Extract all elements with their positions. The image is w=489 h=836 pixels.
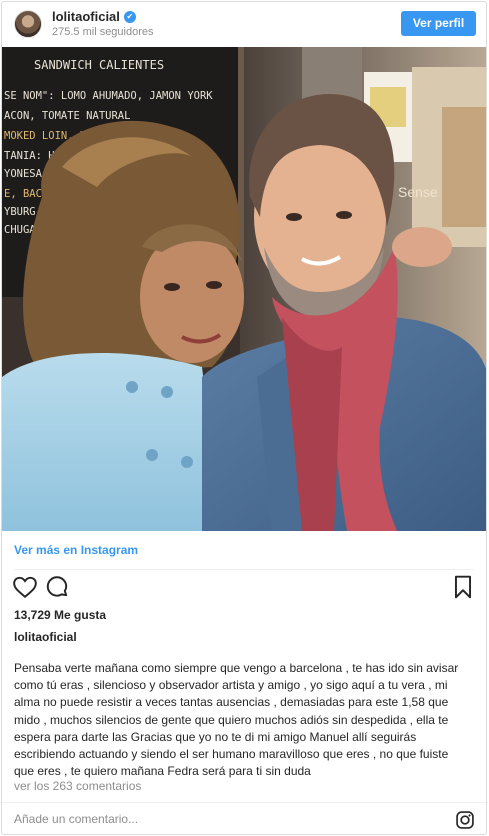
sign-line: CHUGA	[4, 224, 36, 236]
photo-illustration: SANDWICH CALIENTES SE NOM": LOMO AHUMADO…	[2, 47, 486, 531]
divider	[2, 802, 486, 803]
action-bar	[2, 574, 486, 604]
instagram-logo-icon[interactable]	[455, 810, 475, 830]
bookmark-icon[interactable]	[450, 574, 476, 600]
caption-line: alma no puede resistir a veces tantas au…	[14, 695, 449, 710]
caption-line: que eres , te quiero mañana Fedra será p…	[14, 764, 311, 779]
sign-line: SANDWICH CALIENTES	[34, 58, 164, 72]
caption-text: Pensaba verte mañana como siempre que ve…	[14, 660, 476, 780]
username[interactable]: lolitaoficial	[52, 9, 120, 24]
comment-icon[interactable]	[44, 574, 70, 600]
instagram-embed-card: lolitaoficial ✔ 275.5 mil seguidores Ver…	[1, 1, 487, 835]
caption-line: Pensaba verte mañana como siempre que ve…	[14, 661, 459, 675]
divider	[14, 569, 474, 570]
avatar[interactable]	[14, 10, 42, 38]
sign-line: YBURG	[4, 206, 36, 218]
view-profile-button[interactable]: Ver perfil	[401, 11, 476, 36]
caption-line: espera para darte las Gracias que yo no …	[14, 729, 417, 744]
sign-line: ACON, TOMATE NATURAL	[4, 110, 130, 122]
followers-count: 275.5 mil seguidores	[52, 26, 154, 38]
view-comments-link[interactable]: ver los 263 comentarios	[14, 779, 141, 793]
caption-line: escribiendo actuando y siendo el ser hum…	[14, 747, 449, 762]
heart-icon[interactable]	[12, 574, 38, 600]
wall-sign: Sense	[398, 184, 438, 200]
post-photo[interactable]: SANDWICH CALIENTES SE NOM": LOMO AHUMADO…	[2, 47, 486, 531]
comment-input[interactable]	[14, 808, 434, 830]
like-count: 13,729 Me gusta	[14, 608, 107, 622]
caption-line: como tú eras , silencioso y observador a…	[14, 678, 448, 693]
post-header: lolitaoficial ✔ 275.5 mil seguidores Ver…	[2, 2, 486, 46]
caption-username[interactable]: lolitaoficial	[14, 630, 77, 644]
verified-badge-icon: ✔	[123, 10, 136, 23]
username-row: lolitaoficial ✔	[52, 9, 136, 24]
view-more-on-instagram-link[interactable]: Ver más en Instagram	[14, 543, 138, 557]
sign-line: SE NOM": LOMO AHUMADO, JAMON YORK	[4, 90, 213, 102]
caption-line: mido , muchos silencios de gente que qui…	[14, 712, 449, 727]
